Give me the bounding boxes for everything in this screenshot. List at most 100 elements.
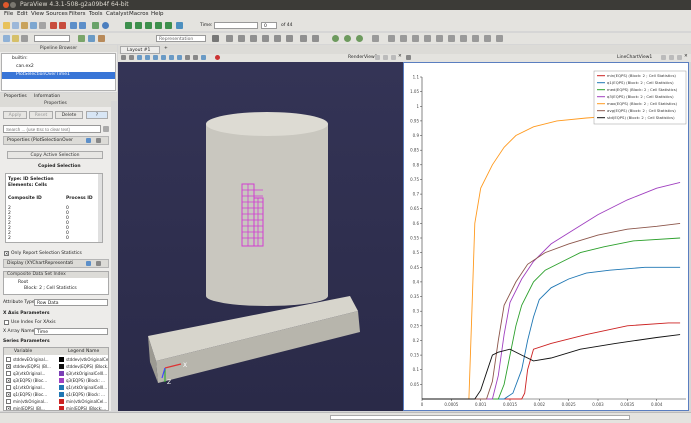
series-visibility-checkbox[interactable] — [6, 385, 11, 390]
minus-y-icon[interactable] — [262, 35, 269, 42]
reset-camera-icon[interactable] — [212, 35, 219, 42]
series-visibility-checkbox[interactable]: ✕ — [6, 364, 11, 369]
pipeline-item-plotselection[interactable]: PlotSelectionOverTime1 — [16, 72, 70, 77]
series-legend-name[interactable]: stddev(vtkOriginalCe... — [66, 357, 108, 362]
series-color-swatch[interactable] — [59, 392, 64, 397]
properties-section-header[interactable]: Properties (PlotSelectionOver — [3, 136, 109, 145]
close-window-icon[interactable] — [3, 2, 9, 8]
select-cells-icon[interactable] — [137, 55, 142, 60]
minus-z-icon[interactable] — [286, 35, 293, 42]
previous-frame-icon[interactable] — [135, 22, 142, 29]
next-frame-icon[interactable] — [155, 22, 162, 29]
copy-active-selection-button[interactable]: Copy Active Selection — [7, 151, 103, 159]
series-legend-name[interactable]: stddev(EQPS) (Block... — [66, 364, 108, 369]
last-frame-icon[interactable] — [165, 22, 172, 29]
line-chart-view[interactable]: 0.05 0.1 0.15 0.2 0.25 0.3 0.35 0.4 0.45 0.5 0.55 0… — [403, 62, 689, 411]
color-toggle-icon[interactable] — [3, 35, 10, 42]
select-block-icon[interactable] — [169, 55, 174, 60]
reset-button[interactable]: Reset — [29, 111, 53, 119]
series-color-swatch[interactable] — [59, 378, 64, 383]
tree-root[interactable]: Root — [18, 280, 28, 285]
add-layout-icon[interactable]: + — [164, 46, 168, 51]
search-input[interactable] — [3, 125, 101, 133]
threshold-icon[interactable] — [388, 35, 395, 42]
rotate-ccw-icon[interactable] — [300, 35, 307, 42]
minus-x-icon[interactable] — [238, 35, 245, 42]
glyph-icon[interactable] — [412, 35, 419, 42]
camera-redo-icon[interactable] — [79, 22, 86, 29]
close-view-icon[interactable]: ✕ — [398, 54, 402, 59]
menu-file[interactable]: File — [4, 11, 13, 17]
plus-z-icon[interactable] — [274, 35, 281, 42]
x-array-name-select[interactable]: Time — [34, 328, 108, 335]
delete-button[interactable]: Delete — [55, 111, 83, 119]
series-legend-name[interactable]: min(EQPS) (Block:... — [66, 406, 106, 410]
selection-scrollbar[interactable] — [98, 174, 102, 242]
only-report-checkbox[interactable]: ✕ — [4, 251, 9, 256]
tab-information[interactable]: Information — [34, 94, 60, 99]
select-polygon-icon[interactable] — [161, 55, 166, 60]
clip-icon[interactable] — [356, 35, 363, 42]
series-legend-name[interactable]: q3(vtkOriginalCellI... — [66, 371, 107, 376]
render-view[interactable]: X Z — [118, 62, 403, 411]
hover-points-icon[interactable] — [201, 55, 206, 60]
tab-properties[interactable]: Properties — [4, 94, 27, 99]
clear-selection-icon[interactable] — [215, 55, 220, 60]
menu-help[interactable]: Help — [151, 11, 164, 17]
series-row[interactable]: ✕ q3(EQPS) (Bloc... q3(EQPS) (Block: ... — [4, 377, 108, 384]
pipeline-item-builtin[interactable]: builtin: — [12, 56, 28, 61]
chart-split-v-icon[interactable] — [669, 55, 674, 60]
camera-undo-icon[interactable] — [70, 22, 77, 29]
split-v-icon[interactable] — [383, 55, 388, 60]
help-button[interactable]: ? — [86, 111, 108, 119]
menu-edit[interactable]: Edit — [17, 11, 28, 17]
rescale-temporal-icon[interactable] — [98, 35, 105, 42]
edit-colormap-icon[interactable] — [12, 35, 19, 42]
minimize-window-icon[interactable] — [10, 2, 16, 8]
filter-icon[interactable] — [472, 35, 479, 42]
redo-icon[interactable] — [59, 22, 66, 29]
chart-settings-icon[interactable] — [406, 55, 411, 60]
select-frustum-icon[interactable] — [153, 55, 158, 60]
warp-icon[interactable] — [436, 35, 443, 42]
slice-icon[interactable] — [372, 35, 379, 42]
plus-x-icon[interactable] — [226, 35, 233, 42]
menu-tools[interactable]: Tools — [89, 11, 103, 17]
tree-block[interactable]: Block: 2 ; Cell Statistics — [24, 286, 77, 291]
load-state-icon[interactable] — [21, 22, 28, 29]
menu-view[interactable]: View — [31, 11, 44, 17]
representation-select[interactable]: Representation — [156, 35, 206, 42]
disconnect-icon[interactable] — [39, 22, 46, 29]
play-icon[interactable] — [145, 22, 152, 29]
menu-sources[interactable]: Sources — [46, 11, 68, 17]
open-icon[interactable] — [3, 22, 10, 29]
series-visibility-checkbox[interactable] — [6, 357, 11, 362]
use-index-checkbox[interactable] — [4, 320, 9, 325]
help-icon[interactable] — [102, 22, 109, 29]
series-color-swatch[interactable] — [59, 357, 64, 362]
series-color-swatch[interactable] — [59, 371, 64, 376]
attribute-type-select[interactable]: Row Data — [34, 299, 108, 306]
series-visibility-checkbox[interactable]: ✕ — [6, 406, 11, 410]
toggle-3d-icon[interactable] — [129, 55, 134, 60]
grow-selection-icon[interactable] — [185, 55, 190, 60]
maximize-icon[interactable] — [391, 55, 396, 60]
extract-subset-icon[interactable] — [400, 35, 407, 42]
loop-icon[interactable] — [176, 22, 183, 29]
series-visibility-checkbox[interactable] — [6, 371, 11, 376]
series-color-swatch[interactable] — [59, 399, 64, 404]
menu-filters[interactable]: Filters — [69, 11, 86, 17]
apply-button[interactable]: Apply — [3, 111, 27, 119]
series-legend-name[interactable]: q1(vtkOriginalCellI... — [66, 385, 107, 390]
color-by-select[interactable] — [34, 35, 70, 42]
display-section-header[interactable]: Display (XYChartRepresentati — [3, 259, 109, 268]
reset-display-icon[interactable] — [86, 261, 91, 266]
query-icon[interactable] — [484, 35, 491, 42]
stream-tracer-icon[interactable] — [424, 35, 431, 42]
save-display-icon[interactable] — [96, 261, 101, 266]
time-field[interactable] — [214, 22, 258, 29]
python-shell-icon[interactable] — [92, 22, 99, 29]
first-frame-icon[interactable] — [125, 22, 132, 29]
select-points-icon[interactable] — [145, 55, 150, 60]
contour-icon[interactable] — [344, 35, 351, 42]
